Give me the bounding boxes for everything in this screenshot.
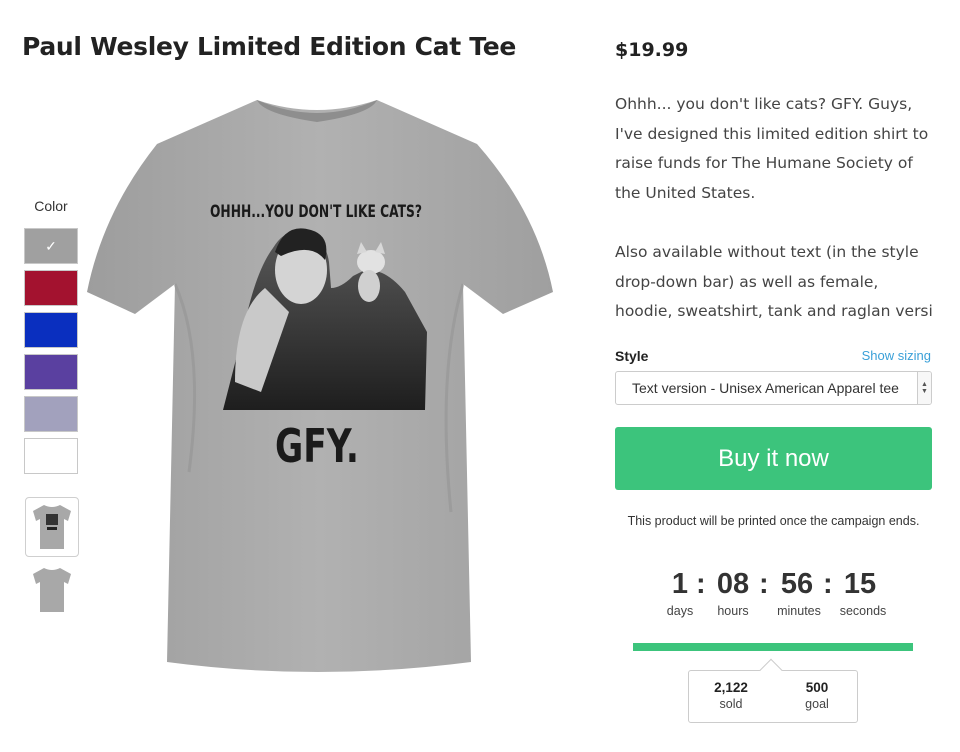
countdown-hours-label: hours — [717, 604, 749, 618]
thumbnail-plain[interactable] — [25, 560, 79, 620]
select-arrows-icon: ▲ ▼ — [917, 372, 931, 404]
swatch-white[interactable] — [24, 438, 78, 474]
show-sizing-link[interactable]: Show sizing — [862, 348, 931, 363]
tshirt-thumbnail-icon — [33, 568, 71, 612]
tshirt-thumbnail-icon — [33, 505, 71, 549]
countdown-separator: : — [759, 568, 769, 600]
price: $19.99 — [615, 39, 689, 61]
product-title: Paul Wesley Limited Edition Cat Tee — [22, 32, 517, 61]
countdown-days-label: days — [666, 604, 694, 618]
stat-sold: 2,122 sold — [691, 680, 771, 711]
buy-now-button[interactable]: Buy it now — [615, 427, 932, 490]
style-label: Style — [615, 348, 649, 364]
stat-goal: 500 goal — [777, 680, 857, 711]
color-label: Color — [34, 198, 68, 214]
campaign-progress-fill — [633, 643, 913, 651]
shirt-headline: OHHH...YOU DON'T LIKE CATS? — [210, 202, 422, 222]
countdown-separator: : — [823, 568, 833, 600]
countdown-minutes: 56 — [780, 568, 814, 600]
goal-label: goal — [805, 697, 829, 711]
swatch-cranberry[interactable] — [24, 270, 78, 306]
shirt-footer: GFY. — [275, 419, 359, 473]
print-note: This product will be printed once the ca… — [627, 514, 920, 528]
goal-count: 500 — [805, 680, 829, 695]
countdown-separator: : — [696, 568, 706, 600]
countdown-days: 1 — [671, 568, 689, 600]
description-paragraph-2: Also available without text (in the styl… — [615, 243, 933, 320]
description-paragraph-1: Ohhh... you don't like cats? GFY. Guys, … — [615, 95, 929, 202]
product-image: OHHH...YOU DON'T LIKE CATS? GFY. — [87, 100, 553, 672]
swatch-purple[interactable] — [24, 354, 78, 390]
campaign-progress-bar — [633, 643, 913, 651]
sold-count: 2,122 — [714, 680, 748, 695]
swatch-heather-grey[interactable]: ✓ — [24, 228, 78, 264]
countdown-timer: 1 : 08 : 56 : 15 days hours minutes seco… — [640, 568, 910, 624]
thumbnail-front-print[interactable] — [25, 497, 79, 557]
swatch-lavender-grey[interactable] — [24, 396, 78, 432]
countdown-seconds: 15 — [843, 568, 877, 600]
countdown-seconds-label: seconds — [839, 604, 887, 618]
sold-label: sold — [719, 697, 743, 711]
check-icon: ✓ — [45, 237, 57, 254]
swatch-royal-blue[interactable] — [24, 312, 78, 348]
countdown-minutes-label: minutes — [777, 604, 821, 618]
style-select[interactable]: Text version - Unisex American Apparel t… — [615, 371, 932, 405]
countdown-hours: 08 — [716, 568, 750, 600]
style-select-value: Text version - Unisex American Apparel t… — [632, 380, 899, 396]
